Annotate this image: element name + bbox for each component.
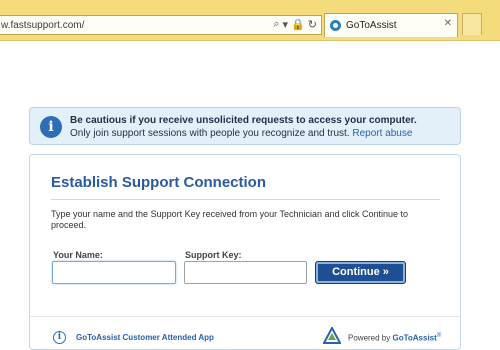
dropdown-icon[interactable]: ▾ <box>283 18 289 31</box>
info-icon: i <box>40 116 62 138</box>
caution-banner: i Be cautious if you receive unsolicited… <box>29 107 461 145</box>
your-name-label: Your Name: <box>53 250 103 260</box>
powered-by-label: Powered by <box>348 333 391 343</box>
continue-button[interactable]: Continue » <box>315 261 406 284</box>
gotoassist-logo-icon <box>323 327 341 344</box>
address-url[interactable]: w.fastsupport.com/ <box>0 20 84 31</box>
caution-message: Only join support sessions with people y… <box>70 127 417 140</box>
footer-divider <box>30 316 460 317</box>
browser-toolbar: w.fastsupport.com/ ⌕ ▾ 🔒 ↻ GoToAssist ✕ <box>0 0 500 41</box>
gotoassist-favicon-icon <box>330 20 341 31</box>
caution-text: Be cautious if you receive unsolicited r… <box>70 114 417 140</box>
info-icon[interactable]: i <box>53 331 66 344</box>
title-divider <box>51 199 440 200</box>
support-key-label: Support Key: <box>185 250 242 260</box>
page-title: Establish Support Connection <box>51 174 267 191</box>
tab-title: GoToAssist <box>346 20 397 31</box>
tab-gotoassist[interactable]: GoToAssist ✕ <box>324 13 458 37</box>
support-key-input[interactable] <box>184 261 307 284</box>
address-bar[interactable]: w.fastsupport.com/ ⌕ ▾ 🔒 ↻ <box>0 15 322 35</box>
customer-app-link[interactable]: GoToAssist Customer Attended App <box>76 333 214 342</box>
caution-message-text: Only join support sessions with people y… <box>70 128 350 139</box>
address-icons: ⌕ ▾ 🔒 ↻ <box>273 18 317 31</box>
caution-title: Be cautious if you receive unsolicited r… <box>70 115 417 126</box>
search-icon[interactable]: ⌕ <box>273 18 279 31</box>
lock-icon[interactable]: 🔒 <box>291 18 305 31</box>
powered-by: Powered by GoToAssist® <box>348 333 441 343</box>
instructions-text: Type your name and the Support Key recei… <box>51 209 409 230</box>
refresh-icon[interactable]: ↻ <box>308 18 317 31</box>
registered-mark: ® <box>436 333 442 339</box>
close-tab-icon[interactable]: ✕ <box>444 18 452 29</box>
your-name-input[interactable] <box>52 261 176 284</box>
report-abuse-link[interactable]: Report abuse <box>352 128 412 139</box>
powered-by-brand: GoToAssist <box>392 333 437 343</box>
support-connection-panel: Establish Support Connection Type your n… <box>29 154 461 350</box>
new-tab-button[interactable] <box>462 13 482 35</box>
